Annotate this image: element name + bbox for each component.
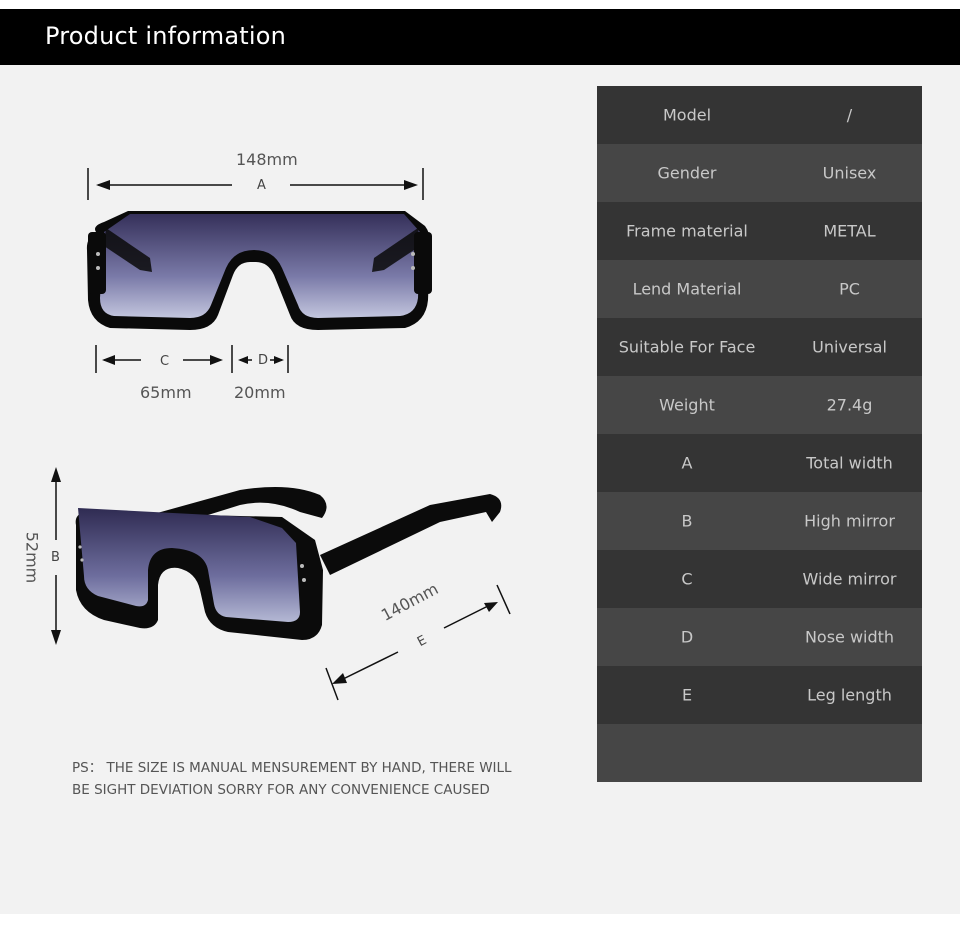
spec-value: Wide mirror (802, 569, 897, 589)
note-line-2: BE SIGHT DEVIATION SORRY FOR ANY CONVENI… (72, 782, 490, 798)
spec-key: D (680, 627, 694, 647)
note-line-1: PS： THE SIZE IS MANUAL MENSUREMENT BY HA… (72, 760, 512, 776)
spec-value: / (846, 105, 853, 125)
spec-row-c: C Wide mirror (597, 550, 922, 608)
spec-value: Universal (812, 337, 887, 357)
spec-value: 27.4g (826, 395, 873, 415)
spec-row-a: A Total width (597, 434, 922, 492)
spec-key: Lend Material (632, 279, 742, 299)
spec-key: Gender (657, 163, 717, 183)
spec-value: PC (839, 279, 860, 299)
spec-row-model: Model / (597, 86, 922, 144)
spec-row-face-shape: Suitable For Face Universal (597, 318, 922, 376)
spec-key: Suitable For Face (618, 337, 756, 357)
spec-row-weight: Weight 27.4g (597, 376, 922, 434)
spec-value: Leg length (807, 685, 892, 705)
spec-key: Model (662, 105, 712, 125)
measurement-note: PS： THE SIZE IS MANUAL MENSUREMENT BY HA… (72, 757, 532, 801)
spec-row-frame-material: Frame material METAL (597, 202, 922, 260)
spec-row-empty (597, 724, 922, 782)
spec-key: A (681, 453, 693, 473)
spec-value: Unisex (822, 163, 877, 183)
spec-row-lens-material: Lend Material PC (597, 260, 922, 318)
spec-value: Total width (806, 453, 893, 473)
spec-value: High mirror (804, 511, 895, 531)
spec-row-e: E Leg length (597, 666, 922, 724)
spec-key: E (681, 685, 693, 705)
spec-table: Model / Gender Unisex Frame material MET… (597, 86, 922, 782)
spec-value: Nose width (804, 627, 895, 647)
spec-key: Weight (659, 395, 715, 415)
spec-key: C (681, 569, 693, 589)
spec-key: B (681, 511, 693, 531)
spec-row-gender: Gender Unisex (597, 144, 922, 202)
spec-row-b: B High mirror (597, 492, 922, 550)
spec-row-d: D Nose width (597, 608, 922, 666)
spec-value: METAL (823, 221, 876, 241)
spec-key: Frame material (626, 221, 748, 241)
